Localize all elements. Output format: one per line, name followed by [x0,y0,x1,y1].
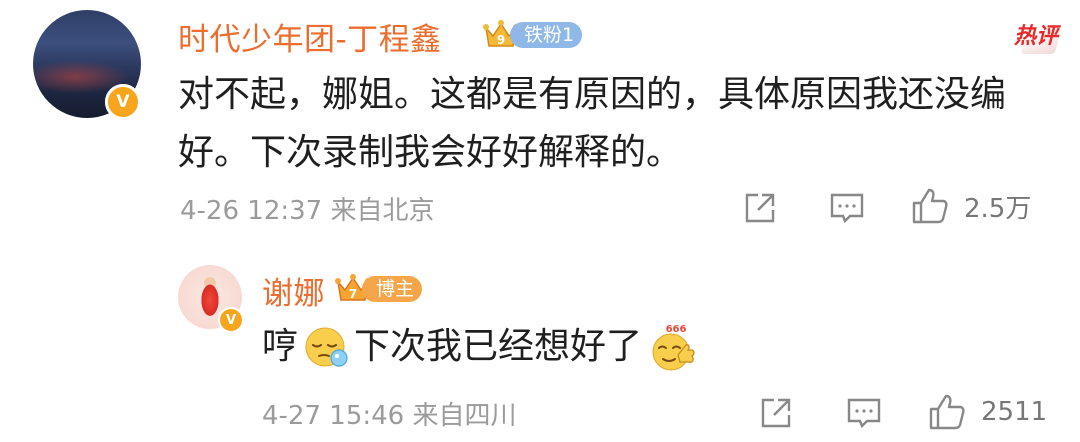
reply-text: 哼 下次我已经想好了 666 [262,318,698,376]
blogger-badge[interactable]: 7 博主 [334,274,423,304]
svg-text:666: 666 [666,324,687,335]
comment-icon [847,398,881,429]
share-icon [745,193,775,223]
reply-button[interactable] [828,190,866,226]
reply-item: V 谢娜 7 博主 哼 下次我已经想好了 666 4-27 15:46 来自四川… [0,240,1080,442]
sleepy-snot-emoji [302,323,350,371]
like-count: 2.5万 [964,193,1032,224]
blogger-badge-label: 博主 [362,276,423,302]
666-thumbs-up-emoji: 666 [648,321,698,373]
avatar[interactable]: V [178,265,244,333]
comment-icon [830,193,864,224]
comment-text: 对不起，娜姐。这都是有原因的，具体原因我还没编好。下次录制我会好好解释的。 [178,74,1007,173]
comment-date: 4-26 12:37 [180,196,323,226]
verified-badge-icon: V [218,307,244,333]
avatar[interactable]: V [33,10,141,120]
username[interactable]: 谢娜 [262,268,325,313]
comment-location: 来自北京 [330,196,435,226]
like-count: 2511 [981,397,1048,427]
reply-location: 来自四川 [412,401,517,431]
share-icon [761,398,791,428]
share-button[interactable] [758,395,794,431]
hot-comment-tag: 热评 [1010,14,1066,54]
reply-button[interactable] [845,395,883,431]
reply-date: 4-27 15:46 [262,401,405,431]
reply-text-start: 哼 [262,326,299,367]
verified-badge-icon: V [105,84,141,120]
share-button[interactable] [742,190,778,226]
like-button[interactable]: 2511 [927,392,1047,432]
fan-badge-label: 铁粉1 [510,22,583,48]
svg-text:9: 9 [497,33,505,47]
fan-level-badge[interactable]: 9 铁粉1 [482,20,583,50]
thumbs-up-icon [929,394,965,430]
comment-item: V 时代少年团-丁程鑫 9 铁粉1 热评 对不起，娜姐。这都是有原因的，具体原因… [0,0,1080,240]
reply-meta: 4-27 15:46 来自四川 [262,395,516,432]
thumbs-up-icon [912,188,948,224]
svg-text:7: 7 [349,287,357,301]
like-button[interactable]: 2.5万 [910,186,1031,226]
reply-text-main: 下次我已经想好了 [354,326,643,367]
comment-meta: 4-26 12:37 来自北京 [180,190,434,227]
username[interactable]: 时代少年团-丁程鑫 [178,14,442,59]
